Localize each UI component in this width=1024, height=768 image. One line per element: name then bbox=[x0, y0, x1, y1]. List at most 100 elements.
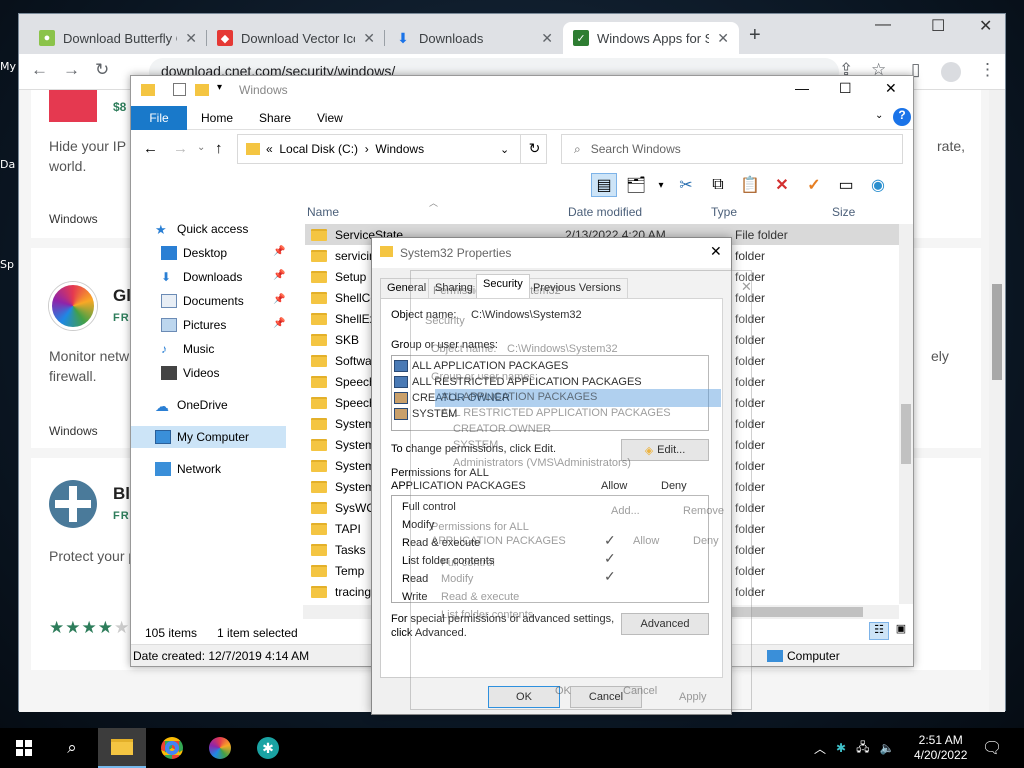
refresh-icon[interactable]: ↻ bbox=[520, 134, 548, 164]
nav-pictures[interactable]: Pictures bbox=[161, 314, 226, 336]
back-icon[interactable]: ← bbox=[31, 60, 48, 80]
advanced-button[interactable]: Advanced bbox=[621, 613, 709, 635]
close-icon[interactable]: ✕ bbox=[710, 243, 722, 260]
column-name[interactable]: Name bbox=[307, 205, 339, 219]
tab-file[interactable]: File bbox=[131, 106, 187, 130]
list-item[interactable]: ALL RESTRICTED APPLICATION PACKAGES bbox=[394, 374, 642, 390]
address-bar[interactable]: « Local Disk (C:) › Windows ⌄ ↻ bbox=[237, 134, 547, 164]
tab-view[interactable]: View bbox=[305, 106, 355, 130]
details-view-icon[interactable]: ☷ bbox=[869, 622, 889, 640]
network-icon[interactable]: 🖧 bbox=[856, 738, 869, 759]
desktop-icon-label[interactable]: Da bbox=[0, 158, 15, 171]
list-item[interactable]: ALL APPLICATION PACKAGES bbox=[394, 358, 568, 374]
column-type[interactable]: Type bbox=[711, 205, 737, 219]
nav-network[interactable]: Network bbox=[155, 458, 221, 480]
ok-button[interactable]: OK bbox=[488, 686, 560, 708]
pin-icon[interactable]: 📌 bbox=[273, 318, 285, 329]
close-icon[interactable]: ✕ bbox=[363, 30, 375, 47]
customize-dropdown-icon[interactable]: ▾ bbox=[217, 82, 222, 93]
breadcrumb-separator[interactable]: › bbox=[365, 142, 369, 156]
globe-icon[interactable]: ◉ bbox=[865, 173, 891, 197]
properties-check-icon[interactable] bbox=[173, 83, 186, 96]
list-item[interactable]: CREATOR OWNER bbox=[394, 390, 510, 406]
maximize-icon[interactable]: ☐ bbox=[931, 16, 945, 36]
edit-button[interactable]: ◈ Edit... bbox=[621, 439, 709, 461]
dropdown-icon[interactable]: ▾ bbox=[655, 173, 667, 197]
column-date[interactable]: Date modified bbox=[568, 205, 642, 219]
search-icon[interactable]: ⌕ bbox=[48, 728, 96, 768]
close-icon[interactable]: ✕ bbox=[185, 30, 197, 47]
browser-tab[interactable]: ◆ Download Vector Icor ✕ bbox=[207, 22, 385, 54]
clock[interactable]: 2:51 AM 4/20/2022 bbox=[914, 728, 967, 768]
ribbon-expand-icon[interactable]: ⌄ bbox=[875, 110, 883, 121]
copy-icon[interactable]: ⧉ bbox=[705, 173, 731, 197]
close-icon[interactable]: ✕ bbox=[717, 30, 729, 47]
search-input[interactable]: ⌕ Search Windows bbox=[561, 134, 903, 164]
desktop-icon-label[interactable]: Sp bbox=[0, 258, 14, 271]
start-button[interactable] bbox=[0, 728, 48, 768]
back-icon[interactable]: ← bbox=[143, 140, 158, 157]
product-title[interactable]: Gl bbox=[113, 286, 131, 306]
scrollbar-thumb[interactable] bbox=[992, 284, 1002, 380]
preview-pane-icon[interactable]: ▤ bbox=[591, 173, 617, 197]
tab-general[interactable]: General bbox=[380, 278, 434, 298]
user-list[interactable]: ALL APPLICATION PACKAGES ALL RESTRICTED … bbox=[391, 355, 709, 431]
column-size[interactable]: Size bbox=[832, 205, 855, 219]
up-icon[interactable]: ↑ bbox=[215, 140, 223, 157]
new-tab-icon[interactable]: + bbox=[749, 24, 761, 47]
nav-my-computer[interactable]: My Computer bbox=[131, 426, 286, 448]
desktop-icon-label[interactable]: My bbox=[0, 60, 16, 73]
browser-tab-active[interactable]: ✓ Windows Apps for Se ✕ bbox=[563, 22, 739, 54]
volume-icon[interactable]: 🔈 bbox=[879, 741, 894, 755]
list-item[interactable]: SYSTEM bbox=[394, 406, 457, 422]
minimize-icon[interactable]: — bbox=[875, 16, 891, 34]
accessibility-tray-icon[interactable]: ✱ bbox=[836, 741, 846, 755]
paste-icon[interactable]: 📋 bbox=[737, 173, 763, 197]
help-icon[interactable]: ? bbox=[893, 108, 911, 126]
maximize-icon[interactable]: ☐ bbox=[839, 80, 852, 97]
large-icons-view-icon[interactable]: ▣ bbox=[891, 622, 911, 640]
new-item-icon[interactable]: 🗂 bbox=[623, 173, 649, 197]
chrome-taskbar-button[interactable] bbox=[148, 728, 196, 768]
nav-onedrive[interactable]: ☁ OneDrive bbox=[155, 394, 228, 416]
checkmark-icon[interactable]: ✓ bbox=[801, 173, 827, 197]
breadcrumb-folder[interactable]: Windows bbox=[375, 142, 424, 156]
file-explorer-taskbar-button[interactable] bbox=[98, 728, 146, 768]
reload-icon[interactable]: ↻ bbox=[95, 60, 109, 80]
forward-icon[interactable]: → bbox=[63, 60, 80, 80]
menu-kebab-icon[interactable]: ⋮ bbox=[979, 60, 996, 80]
tab-sharing[interactable]: Sharing bbox=[428, 278, 480, 298]
show-hidden-icons-icon[interactable]: ︿ bbox=[814, 740, 826, 757]
file-list-scrollbar[interactable] bbox=[899, 224, 913, 604]
tab-security[interactable]: Security bbox=[476, 274, 530, 298]
minimize-icon[interactable]: — bbox=[795, 80, 809, 96]
browser-tab[interactable]: ⬇ Downloads ✕ bbox=[385, 22, 563, 54]
glasswire-taskbar-button[interactable] bbox=[196, 728, 244, 768]
new-folder-icon[interactable] bbox=[195, 84, 209, 96]
scrollbar-thumb[interactable] bbox=[901, 404, 911, 464]
close-window-icon[interactable]: ✕ bbox=[979, 16, 992, 36]
cut-icon[interactable]: ✂ bbox=[673, 173, 699, 197]
close-icon[interactable]: ✕ bbox=[885, 80, 897, 97]
nav-music[interactable]: ♪ Music bbox=[161, 338, 214, 360]
close-icon[interactable]: ✕ bbox=[541, 30, 553, 47]
pin-icon[interactable]: 📌 bbox=[273, 294, 285, 305]
tab-previous-versions[interactable]: Previous Versions bbox=[526, 278, 629, 298]
cancel-button[interactable]: Cancel bbox=[570, 686, 642, 708]
browser-tab[interactable]: ● Download Butterfly C ✕ bbox=[29, 22, 207, 54]
tab-share[interactable]: Share bbox=[247, 106, 303, 130]
nav-downloads[interactable]: ⬇ Downloads bbox=[161, 266, 242, 288]
profile-avatar-icon[interactable] bbox=[941, 62, 961, 82]
delete-icon[interactable]: ✕ bbox=[769, 173, 795, 197]
nav-desktop[interactable]: Desktop bbox=[161, 242, 227, 264]
nav-videos[interactable]: Videos bbox=[161, 362, 219, 384]
tab-home[interactable]: Home bbox=[189, 106, 245, 130]
pin-icon[interactable]: 📌 bbox=[273, 246, 285, 257]
product-title[interactable]: Bl bbox=[113, 484, 130, 504]
path-overflow[interactable]: « bbox=[266, 142, 273, 156]
pin-icon[interactable]: 📌 bbox=[273, 270, 285, 281]
notifications-icon[interactable]: 🗨 bbox=[982, 728, 1002, 768]
nav-documents[interactable]: Documents bbox=[161, 290, 244, 312]
breadcrumb-drive[interactable]: Local Disk (C:) bbox=[279, 142, 358, 156]
nav-quick-access[interactable]: ★ Quick access bbox=[155, 218, 248, 240]
